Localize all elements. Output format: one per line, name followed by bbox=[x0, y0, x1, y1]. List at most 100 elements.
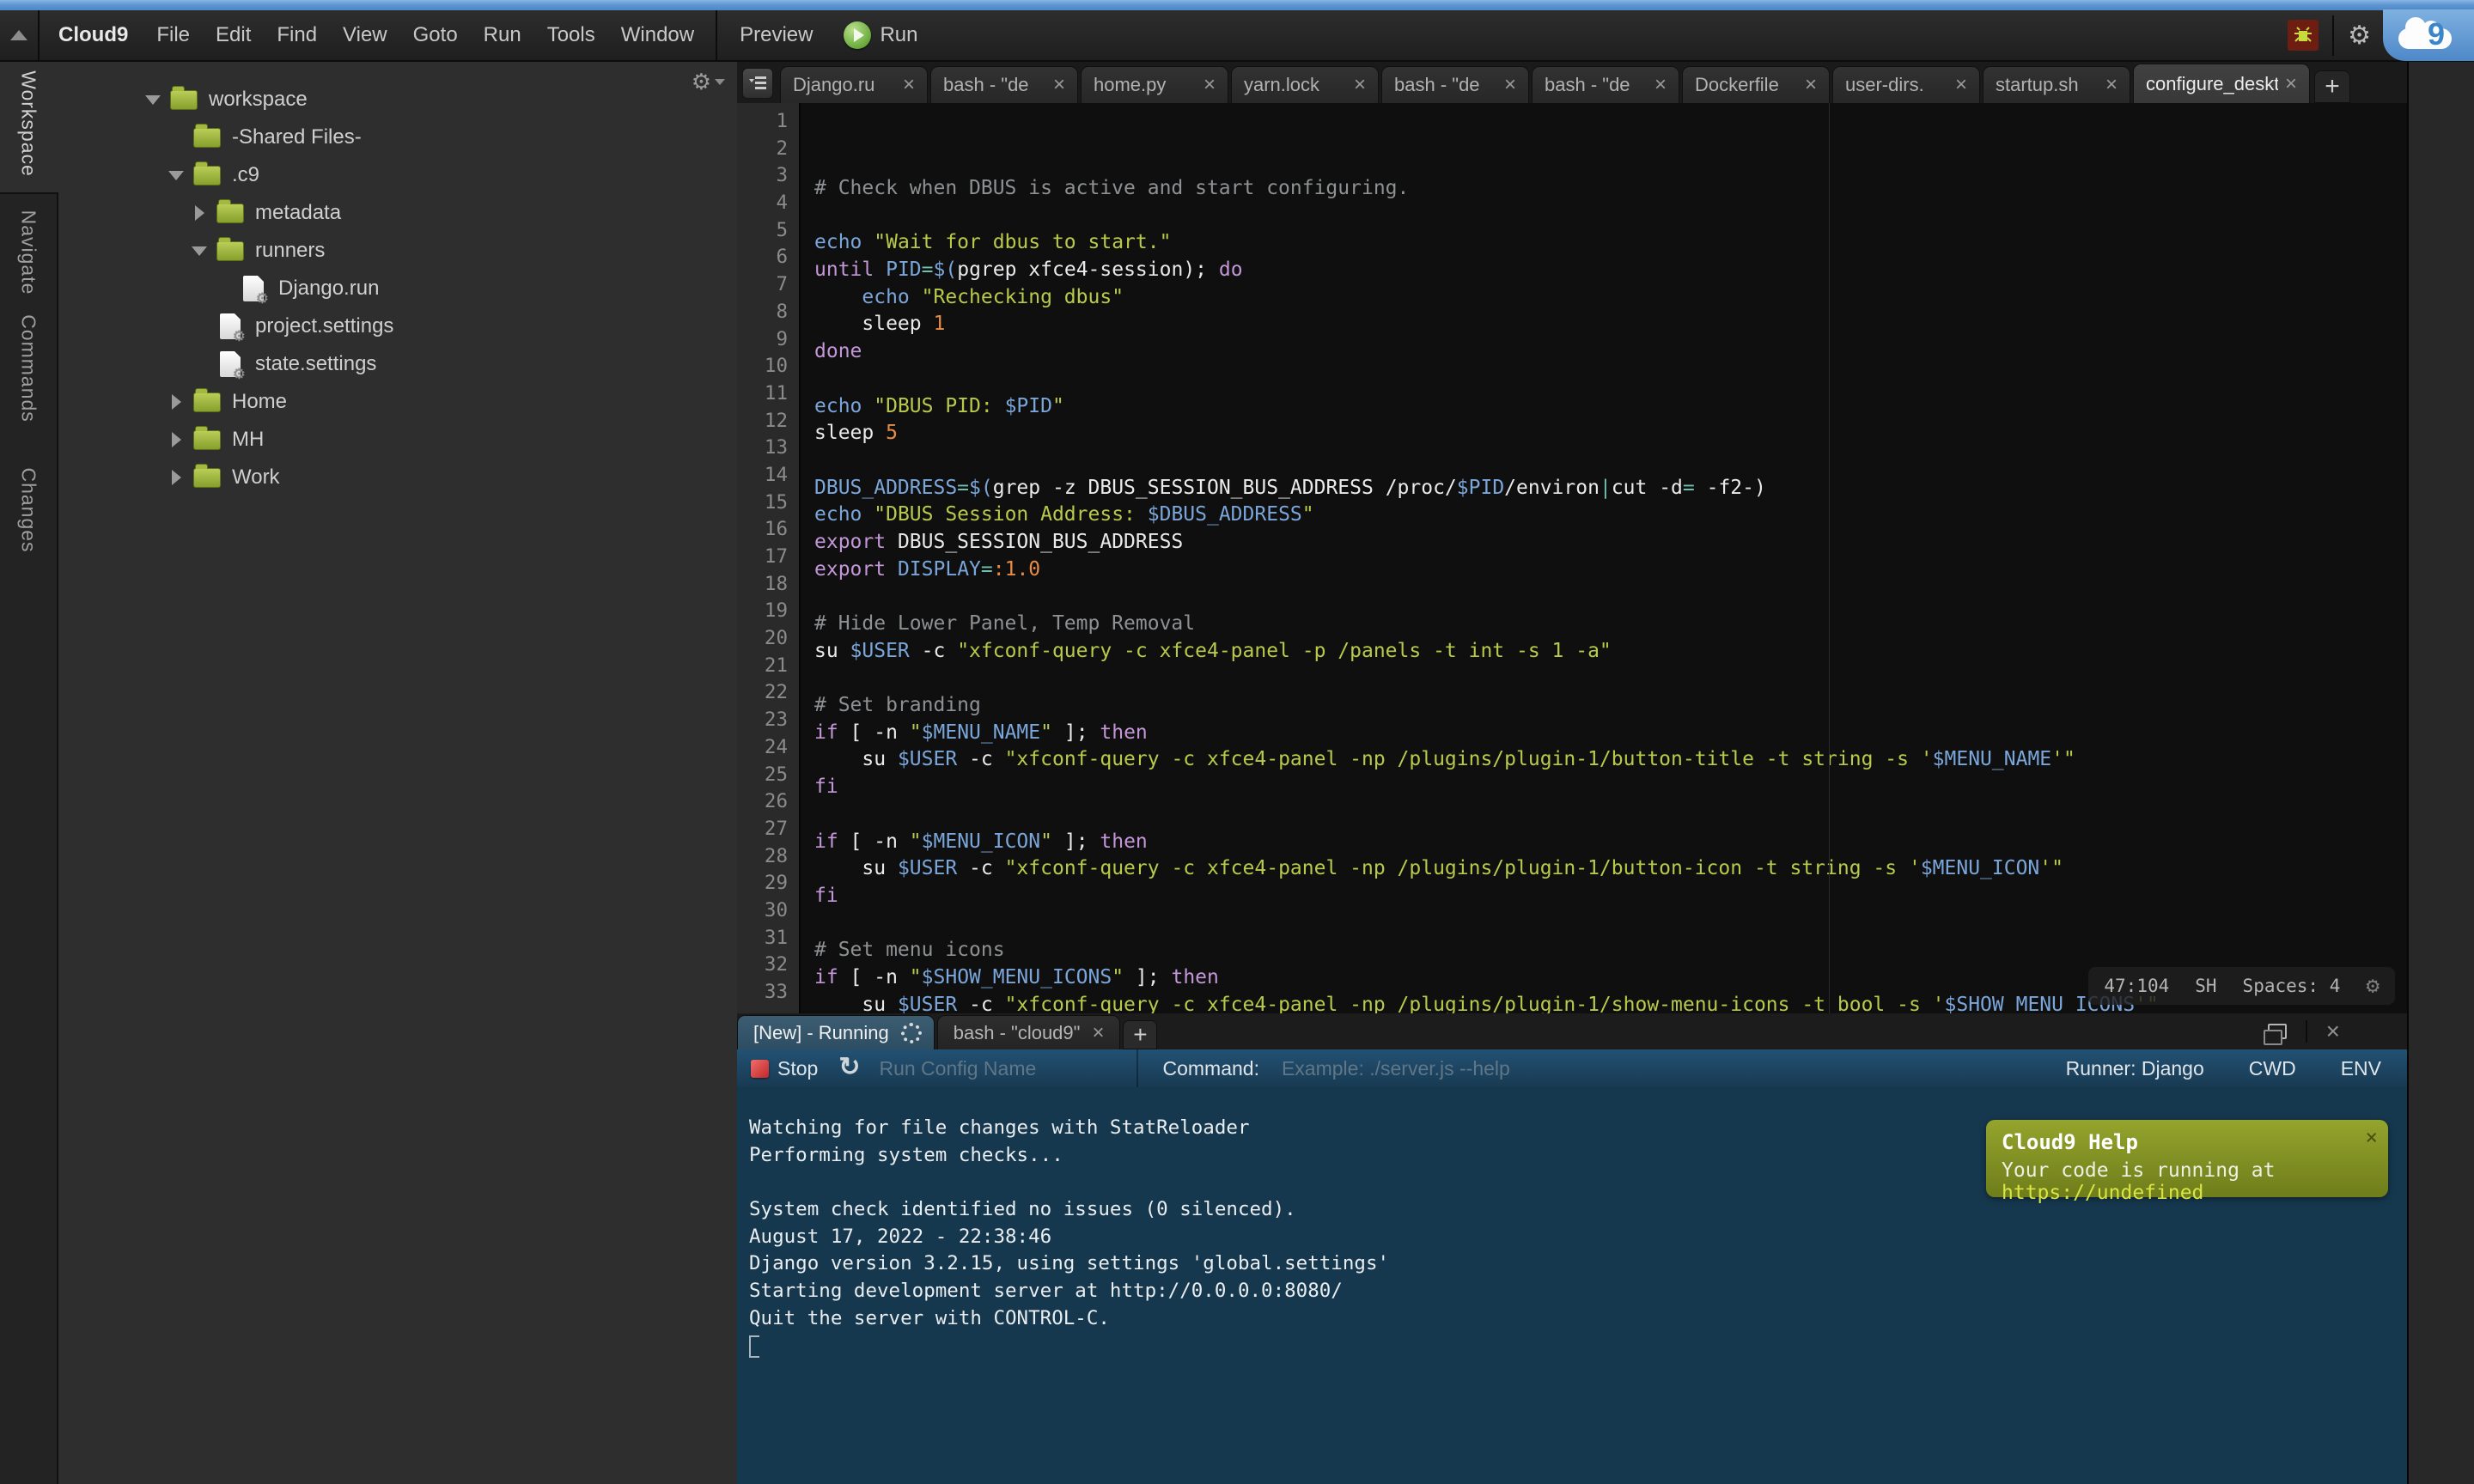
run-button[interactable]: Run bbox=[835, 10, 926, 60]
menu-window[interactable]: Window bbox=[608, 10, 707, 60]
sidebar-item-changes[interactable]: Changes bbox=[17, 467, 40, 552]
editor-tab-yarn-lock[interactable]: yarn.lock× bbox=[1231, 66, 1379, 103]
sidebar-item-navigate[interactable]: Navigate bbox=[17, 210, 40, 295]
tree-item-mh[interactable]: MH bbox=[58, 421, 737, 459]
tab-close-icon[interactable]: × bbox=[1955, 73, 1967, 97]
settings-gear-icon[interactable]: ⚙ bbox=[2332, 15, 2371, 56]
tab-close-icon[interactable]: × bbox=[1654, 73, 1667, 97]
tab-close-icon[interactable]: × bbox=[1203, 73, 1216, 97]
tree-item-django-run[interactable]: Django.run bbox=[58, 270, 737, 307]
bug-report-icon[interactable] bbox=[2288, 20, 2319, 51]
editor-tab-user-dirs-[interactable]: user-dirs.× bbox=[1832, 66, 1980, 103]
tab-close-icon[interactable]: × bbox=[2105, 73, 2118, 97]
preview-button[interactable]: Preview bbox=[717, 10, 835, 60]
code-content[interactable]: # Check when DBUS is active and start co… bbox=[801, 103, 2407, 1013]
tab-close-icon[interactable]: × bbox=[1053, 73, 1065, 97]
cwd-button[interactable]: CWD bbox=[2249, 1057, 2296, 1080]
cursor-position[interactable]: 47:104 bbox=[2104, 976, 2169, 996]
code-line: DBUS_ADDRESS=$(grep -z DBUS_SESSION_BUS_… bbox=[814, 475, 2407, 502]
menu-view[interactable]: View bbox=[330, 10, 400, 60]
editor-tab-startup-sh[interactable]: startup.sh× bbox=[1983, 66, 2130, 103]
disclosure-expanded-icon[interactable] bbox=[144, 95, 161, 105]
tree-item-label: Django.run bbox=[278, 277, 379, 301]
notification-link[interactable]: https://undefined bbox=[2002, 1182, 2203, 1204]
disclosure-collapsed-icon[interactable] bbox=[191, 205, 208, 221]
env-button[interactable]: ENV bbox=[2341, 1057, 2381, 1080]
tree-item--shared-files-[interactable]: -Shared Files- bbox=[58, 119, 737, 156]
tab-list-button[interactable] bbox=[742, 68, 773, 99]
editor-tabbar: Django.ru×bash - "de×home.py×yarn.lock×b… bbox=[737, 62, 2407, 103]
tree-item-state-settings[interactable]: state.settings bbox=[58, 345, 737, 383]
new-console-tab-button[interactable]: + bbox=[1123, 1020, 1157, 1049]
cloud9-logo[interactable]: 9 bbox=[2383, 9, 2474, 61]
command-input[interactable]: Example: ./server.js --help bbox=[1282, 1057, 2066, 1080]
tree-item-work[interactable]: Work bbox=[58, 459, 737, 496]
disclosure-expanded-icon[interactable] bbox=[168, 171, 185, 180]
editor-tab-Django-ru[interactable]: Django.ru× bbox=[780, 66, 928, 103]
runner-selector[interactable]: Runner: Django bbox=[2066, 1057, 2204, 1080]
code-line: # Set menu icons bbox=[814, 937, 2407, 964]
menu-run[interactable]: Run bbox=[471, 10, 534, 60]
line-number: 32 bbox=[737, 952, 788, 979]
indent-setting[interactable]: Spaces: 4 bbox=[2243, 976, 2341, 996]
menu-goto[interactable]: Goto bbox=[400, 10, 471, 60]
menu-tools[interactable]: Tools bbox=[534, 10, 608, 60]
menu-edit[interactable]: Edit bbox=[203, 10, 264, 60]
menu-find[interactable]: Find bbox=[264, 10, 330, 60]
maximize-panel-icon[interactable] bbox=[2268, 1024, 2287, 1039]
code-line: until PID=$(pgrep xfce4-session); do bbox=[814, 257, 2407, 284]
terminal-output[interactable]: Watching for file changes with StatReloa… bbox=[737, 1087, 2407, 1484]
stop-button[interactable]: Stop bbox=[737, 1057, 833, 1080]
console-tab-bash-cloud9-[interactable]: bash - "cloud9"× bbox=[937, 1015, 1121, 1049]
statusbar-gear-icon[interactable]: ⚙ bbox=[2366, 973, 2380, 999]
close-panel-icon[interactable]: × bbox=[2326, 1018, 2340, 1045]
file-icon bbox=[220, 351, 241, 377]
command-label: Command: bbox=[1162, 1057, 1258, 1080]
tree-item-runners[interactable]: runners bbox=[58, 232, 737, 270]
tree-settings-button[interactable]: ⚙ bbox=[692, 69, 725, 95]
code-line: done bbox=[814, 338, 2407, 366]
tree-item-label: project.settings bbox=[255, 314, 393, 338]
collapse-menubar-button[interactable] bbox=[0, 10, 40, 60]
tree-item-project-settings[interactable]: project.settings bbox=[58, 307, 737, 345]
tab-label: bash - "de bbox=[1394, 74, 1497, 96]
editor-tab-Dockerfile[interactable]: Dockerfile× bbox=[1682, 66, 1830, 103]
tab-label: configure_deskt bbox=[2146, 73, 2278, 95]
syntax-mode[interactable]: SH bbox=[2195, 976, 2216, 996]
code-editor[interactable]: 1234567891011121314151617181920212223242… bbox=[737, 103, 2407, 1013]
editor-tab-home-py[interactable]: home.py× bbox=[1081, 66, 1228, 103]
console-tab--New-Running[interactable]: [New] - Running bbox=[737, 1015, 935, 1049]
code-line: fi bbox=[814, 774, 2407, 801]
tree-item-metadata[interactable]: metadata bbox=[58, 194, 737, 232]
tab-close-icon[interactable]: × bbox=[1354, 73, 1366, 97]
menu-file[interactable]: File bbox=[143, 10, 203, 60]
app-brand[interactable]: Cloud9 bbox=[40, 10, 143, 60]
tree-item-workspace[interactable]: workspace bbox=[58, 81, 737, 119]
disclosure-collapsed-icon[interactable] bbox=[168, 394, 185, 410]
editor-tab-bash-de[interactable]: bash - "de × bbox=[1381, 66, 1529, 103]
disclosure-collapsed-icon[interactable] bbox=[168, 470, 185, 485]
tree-item--c9[interactable]: .c9 bbox=[58, 156, 737, 194]
tab-close-icon[interactable]: × bbox=[1092, 1021, 1104, 1045]
code-line: # Set branding bbox=[814, 692, 2407, 720]
new-tab-button[interactable]: + bbox=[2314, 70, 2350, 103]
restart-icon[interactable]: ↻ bbox=[833, 1052, 879, 1086]
notification-close-icon[interactable]: × bbox=[2366, 1125, 2378, 1149]
tab-close-icon[interactable]: × bbox=[1805, 73, 1817, 97]
code-line: # Hide Lower Panel, Temp Removal bbox=[814, 611, 2407, 638]
line-number: 26 bbox=[737, 788, 788, 816]
disclosure-expanded-icon[interactable] bbox=[191, 246, 208, 256]
tree-item-home[interactable]: Home bbox=[58, 383, 737, 421]
tab-close-icon[interactable]: × bbox=[2285, 72, 2297, 96]
line-number: 24 bbox=[737, 734, 788, 762]
tab-close-icon[interactable]: × bbox=[1504, 73, 1516, 97]
line-number: 20 bbox=[737, 625, 788, 653]
sidebar-item-commands[interactable]: Commands bbox=[17, 314, 40, 423]
editor-tab-bash-de[interactable]: bash - "de× bbox=[1532, 66, 1679, 103]
run-config-name-input[interactable]: Run Config Name bbox=[879, 1057, 1136, 1080]
editor-tab-bash-de[interactable]: bash - "de× bbox=[930, 66, 1078, 103]
tab-close-icon[interactable]: × bbox=[903, 73, 915, 97]
disclosure-collapsed-icon[interactable] bbox=[168, 432, 185, 447]
sidebar-item-workspace[interactable]: Workspace bbox=[17, 70, 40, 177]
editor-tab-configure-deskt[interactable]: configure_deskt × bbox=[2133, 64, 2310, 103]
